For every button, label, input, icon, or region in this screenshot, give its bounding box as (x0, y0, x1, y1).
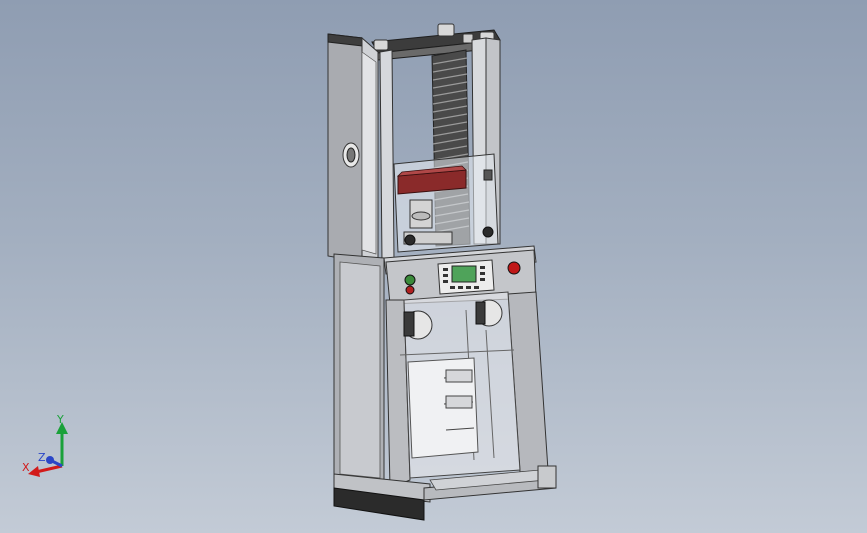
start-button[interactable] (404, 274, 416, 286)
cad-viewport[interactable]: X Y Z (0, 0, 867, 533)
x-axis-arrow (35, 464, 63, 474)
stop-button[interactable] (405, 285, 415, 295)
y-axis-label: Y (57, 413, 64, 426)
testing-machine-model[interactable] (0, 0, 867, 533)
z-axis-marker (46, 456, 54, 464)
lcd-screen (451, 265, 477, 283)
left-column-housing (327, 33, 379, 263)
x-axis-label: X (22, 461, 30, 474)
protective-guard (393, 153, 499, 253)
z-axis-label: Z (38, 451, 46, 464)
emergency-stop-button[interactable] (507, 261, 521, 275)
